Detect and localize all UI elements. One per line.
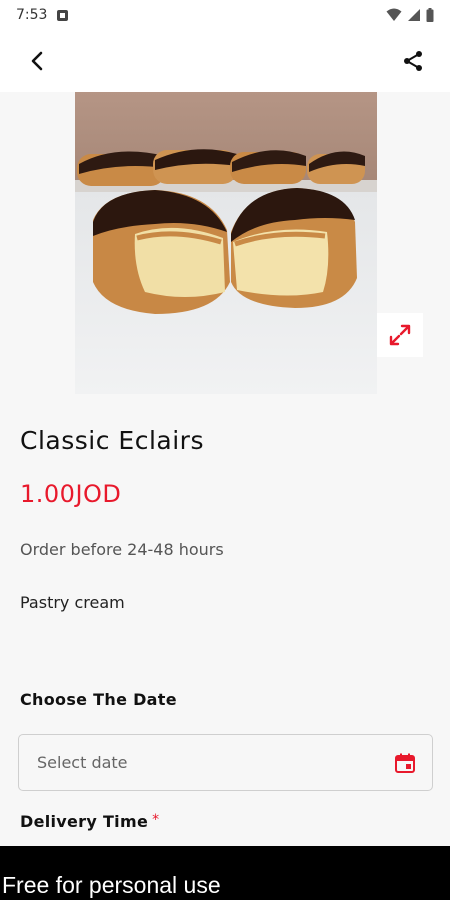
- product-image[interactable]: [75, 92, 377, 394]
- date-placeholder: Select date: [37, 753, 128, 772]
- watermark-bar: Free for personal use: [0, 846, 450, 900]
- status-time: 7:53: [16, 7, 48, 23]
- expand-icon: [389, 324, 411, 346]
- calendar-icon[interactable]: [394, 752, 416, 774]
- product-title: Classic Eclairs: [20, 426, 204, 455]
- delivery-time-text: Delivery Time: [20, 812, 149, 831]
- order-note: Order before 24-48 hours: [20, 540, 224, 559]
- share-icon: [404, 51, 422, 71]
- status-bar: 7:53: [0, 0, 450, 30]
- date-select-field[interactable]: Select date: [18, 734, 433, 791]
- chevron-left-icon: [31, 51, 43, 71]
- share-button[interactable]: [398, 46, 428, 76]
- wifi-icon: [386, 8, 402, 21]
- eclairs-photo: [75, 92, 377, 394]
- watermark-text: Free for personal use: [2, 872, 221, 898]
- product-description: Pastry cream: [20, 593, 125, 612]
- battery-icon: [426, 8, 434, 22]
- notification-icon: [57, 9, 69, 21]
- signal-icon: [408, 9, 420, 21]
- back-button[interactable]: [22, 46, 52, 76]
- app-toolbar: [0, 30, 450, 92]
- product-price: 1.00JOD: [20, 480, 122, 508]
- delivery-time-label: Delivery Time *: [20, 812, 159, 831]
- choose-date-label: Choose The Date: [20, 690, 177, 709]
- required-mark: *: [152, 812, 160, 828]
- expand-image-button[interactable]: [377, 313, 423, 357]
